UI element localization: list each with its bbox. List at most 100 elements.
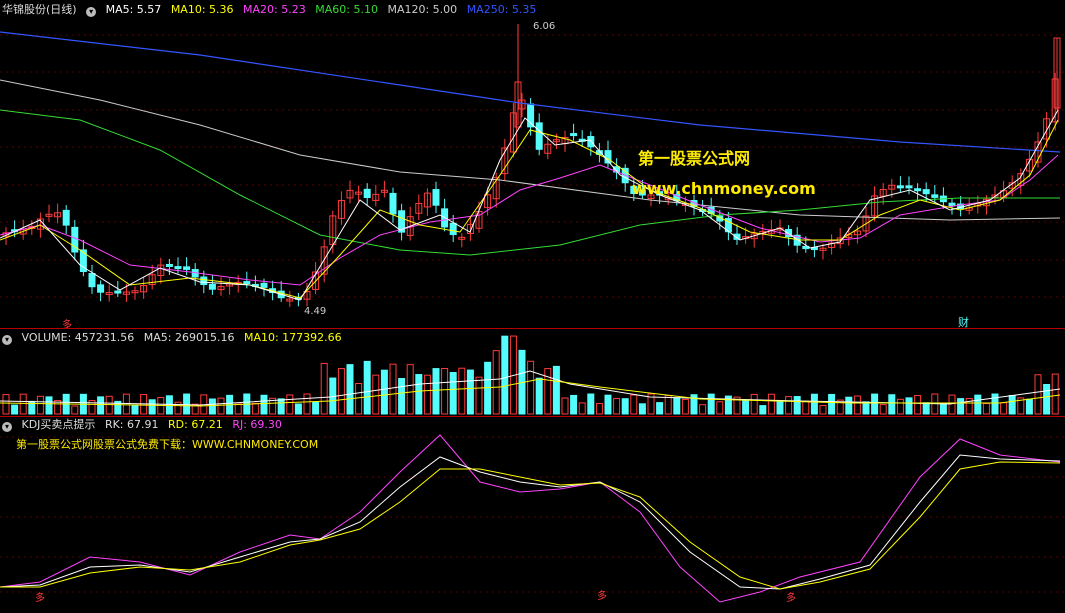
volume-value: VOLUME: 457231.56 [21, 331, 135, 344]
volume-bar [527, 360, 535, 415]
candle-body [208, 283, 216, 290]
volume-bar [681, 398, 689, 415]
volume-ma10-line [0, 378, 1061, 407]
volume-bar [914, 395, 922, 415]
volume-bar [355, 382, 363, 415]
volume-bar [578, 402, 586, 415]
volume-panel[interactable]: ▾ VOLUME: 457231.56 MA5: 269015.16 MA10:… [0, 329, 1065, 416]
volume-bar [277, 398, 285, 415]
candle-body [931, 194, 939, 198]
volume-bar [260, 394, 268, 415]
candle-body [165, 263, 173, 267]
volume-settings-icon[interactable]: ▾ [2, 335, 12, 345]
volume-ma10: MA10: 177392.66 [243, 331, 342, 344]
ma10-value: MA10: 5.36 [170, 3, 234, 16]
volume-bar [1034, 374, 1042, 415]
ma60-value: MA60: 5.10 [315, 3, 378, 16]
kdj-title: KDJ买卖点提示 [21, 418, 96, 431]
volume-bar [905, 397, 913, 415]
candle-body [114, 290, 122, 294]
volume-bar [406, 364, 414, 415]
kdj-j-line [0, 434, 1061, 603]
volume-bar [750, 393, 758, 415]
kdj-buy-marker: 多 [786, 593, 796, 604]
stock-title: 华锦股份(日线) [2, 3, 77, 16]
volume-bar [707, 393, 715, 415]
kdj-settings-icon[interactable]: ▾ [2, 422, 12, 432]
volume-bar [982, 403, 990, 415]
volume-bar [36, 395, 44, 415]
volume-bar [337, 368, 345, 415]
ma5-line [0, 109, 1059, 301]
volume-bar [991, 393, 999, 415]
promo-text: 第一股票公式网股票公式免费下载：WWW.CHNMONEY.COM [16, 438, 319, 451]
ma20-value: MA20: 5.23 [243, 3, 306, 16]
volume-bar [656, 402, 664, 415]
volume-bar [501, 335, 509, 415]
volume-bar [621, 398, 629, 415]
volume-bar [759, 405, 767, 415]
kdj-rj: RJ: 69.30 [232, 418, 282, 431]
kdj-rd: RD: 67.21 [168, 418, 223, 431]
volume-bar [320, 362, 328, 415]
candle-body [200, 276, 208, 286]
volume-bar [11, 404, 19, 415]
volume-bar [922, 402, 930, 415]
ma250-line [0, 31, 1061, 153]
volume-bar [131, 404, 139, 415]
volume-bar [380, 369, 388, 415]
candle-body [389, 192, 397, 215]
volume-bar [423, 374, 431, 415]
volume-bar [853, 395, 861, 415]
volume-bar [389, 363, 397, 415]
kdj-k-line [0, 454, 1061, 590]
volume-bar [286, 394, 294, 415]
settings-circle-icon[interactable]: ▾ [86, 7, 97, 17]
volume-bar [363, 360, 371, 415]
volume-bar [466, 369, 474, 415]
volume-bar [776, 400, 784, 415]
volume-bar [802, 400, 810, 415]
volume-bar [449, 372, 457, 415]
volume-bar [475, 376, 483, 415]
ma60-line [0, 109, 1060, 256]
volume-bar [699, 404, 707, 415]
candle-body [535, 122, 543, 150]
volume-ma5: MA5: 269015.16 [143, 331, 235, 344]
volume-bar [810, 393, 818, 415]
volume-bar [939, 403, 947, 415]
ma120-value: MA120: 5.00 [387, 3, 458, 16]
candle-body [570, 133, 578, 137]
candlestick-panel[interactable]: 华锦股份(日线) ▾ MA5: 5.57 MA10: 5.36 MA20: 5.… [0, 0, 1065, 331]
candlestick-chart[interactable] [0, 0, 1065, 328]
volume-bar [2, 394, 10, 415]
volume-bar [604, 394, 612, 415]
volume-bar [888, 394, 896, 415]
watermark-title: 第一股票公式网 [638, 149, 751, 168]
candle-body [948, 202, 956, 207]
volume-bar [595, 402, 603, 415]
candle-body [97, 284, 105, 293]
volume-bar [71, 405, 79, 415]
volume-ma5-line [0, 370, 1061, 406]
volume-bar [458, 367, 466, 415]
candle-body [922, 189, 930, 195]
kdj-panel[interactable]: ▾ KDJ买卖点提示 RK: 67.91 RD: 67.21 RJ: 69.30… [0, 417, 1065, 613]
volume-bar [294, 403, 302, 415]
volume-bar [432, 368, 440, 415]
low-price-label: 4.49 [304, 306, 327, 317]
candle-body [449, 222, 457, 236]
volume-bar [785, 396, 793, 415]
candle-body [243, 281, 251, 285]
kdj-legend: ▾ KDJ买卖点提示 RK: 67.91 RD: 67.21 RJ: 69.30 [2, 417, 288, 433]
volume-bar [174, 401, 182, 415]
candle-body [914, 188, 922, 192]
volume-bar [415, 374, 423, 415]
volume-bar [879, 404, 887, 415]
ma-legend: 华锦股份(日线) ▾ MA5: 5.57 MA10: 5.36 MA20: 5.… [2, 2, 542, 18]
volume-bar [303, 393, 311, 415]
candle-body [183, 266, 191, 270]
volume-bar [372, 374, 380, 415]
volume-bar [862, 401, 870, 415]
volume-bar [535, 377, 543, 415]
